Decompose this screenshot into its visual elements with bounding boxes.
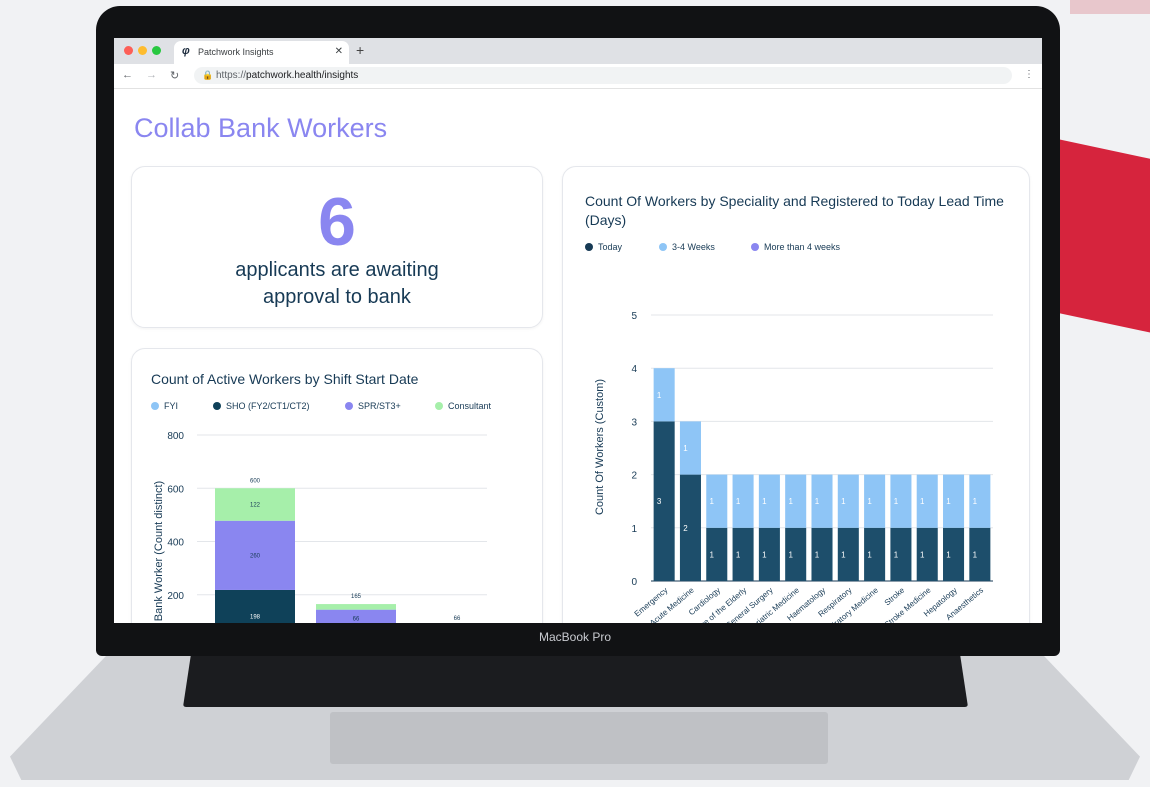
window-maximize-button[interactable] (152, 46, 161, 55)
bar-segment-label: 1 (867, 550, 872, 559)
y-tick-label: 4 (631, 364, 637, 375)
window-minimize-button[interactable] (138, 46, 147, 55)
bar-segment-label: 1 (894, 550, 899, 559)
laptop-trackpad (330, 712, 828, 764)
bar-segment-label: 1 (973, 497, 978, 506)
x-tick-label: Stroke (883, 585, 907, 607)
laptop-screen: φ Patchwork Insights ✕ + ← → ↻ 🔒 https:/… (114, 38, 1042, 623)
bar-segment-label: 1 (841, 497, 846, 506)
bar-segment-label: 1 (920, 550, 925, 559)
bar-segment-label: 3 (657, 497, 662, 506)
y-tick-label: 800 (167, 431, 184, 442)
close-icon[interactable]: ✕ (335, 46, 343, 57)
laptop-keyboard (183, 655, 968, 707)
y-tick-label: 200 (167, 591, 184, 602)
legend-item-spr[interactable]: SPR/ST3+ (345, 401, 401, 411)
legend-item-consultant[interactable]: Consultant (435, 401, 491, 411)
kpi-value: 6 (318, 184, 356, 260)
arrow-left-icon[interactable]: ← (122, 69, 133, 81)
y-tick-label: 5 (631, 311, 637, 322)
reload-icon[interactable]: ↻ (170, 69, 179, 82)
browser-tab[interactable]: φ Patchwork Insights ✕ (174, 41, 349, 64)
kpi-card: 6 applicants are awaiting approval to ba… (131, 166, 543, 328)
bar-segment-label: 1 (788, 497, 793, 506)
tab-title: Patchwork Insights (198, 47, 274, 57)
bar-segment-label: 122 (250, 502, 261, 508)
device-label: MacBook Pro (538, 630, 612, 644)
bar-segment-label: 1 (815, 550, 820, 559)
bar-total-label: 600 (250, 478, 261, 484)
chart-title: Count of Active Workers by Shift Start D… (151, 371, 419, 387)
bar-segment-label: 1 (710, 497, 715, 506)
active-workers-chart: 0200400600800Bank Worker (Count distinct… (153, 431, 487, 623)
address-bar[interactable]: 🔒 https://patchwork.health/insights (194, 67, 1012, 84)
speciality-chart: 012345Count Of Workers (Custom) 31Emergen… (594, 311, 993, 623)
arrow-right-icon[interactable]: → (146, 69, 157, 81)
speciality-card: Count Of Workers by Speciality and Regis… (562, 166, 1030, 623)
decorative-ribbon-top (1070, 0, 1150, 14)
y-tick-label: 1 (631, 524, 637, 535)
bar-total-label: 66 (454, 616, 461, 622)
bar-segment-label: 1 (894, 497, 899, 506)
plus-icon[interactable]: + (356, 42, 364, 58)
browser-toolbar: ← → ↻ 🔒 https://patchwork.health/insight… (114, 64, 1042, 89)
bar-segment-label: 1 (841, 550, 846, 559)
bar-segment-label: 1 (946, 550, 951, 559)
y-axis-label: Count Of Workers (Custom) (594, 379, 606, 515)
y-tick-label: 3 (631, 417, 637, 428)
y-tick-label: 400 (167, 538, 184, 549)
patchwork-logo-icon: φ (182, 45, 190, 57)
legend-item-sho[interactable]: SHO (FY2/CT1/CT2) (213, 401, 310, 411)
bar-segment-label: 1 (920, 497, 925, 506)
bar-segment-label: 1 (710, 550, 715, 559)
bar-segment-label: 198 (250, 614, 261, 620)
bar-segment-label: 1 (762, 550, 767, 559)
bar-total-label: 165 (351, 594, 362, 600)
kpi-description: applicants are awaiting approval to bank (132, 257, 542, 311)
bar-segment-label: 1 (788, 550, 793, 559)
page-title: Collab Bank Workers (134, 113, 388, 143)
legend-item-3-4-weeks[interactable]: 3-4 Weeks (659, 242, 715, 252)
url-text: https://patchwork.health/insights (216, 70, 359, 81)
window-close-button[interactable] (124, 46, 133, 55)
bar-segment-label: 1 (683, 444, 688, 453)
legend-item-fyi[interactable]: FYI (151, 401, 178, 411)
legend-item-more-than-4-weeks[interactable]: More than 4 weeks (751, 242, 840, 252)
kpi-line-2: approval to bank (263, 286, 411, 308)
bar-segment-label: 1 (946, 497, 951, 506)
chart-title-speciality: Count Of Workers by Speciality and Regis… (585, 193, 1004, 228)
active-workers-card: Count of Active Workers by Shift Start D… (131, 348, 543, 623)
bar-segment-label: 1 (736, 550, 741, 559)
bar-segment-label: 2 (683, 524, 688, 533)
bar-segment-label: 260 (250, 553, 261, 559)
bar-segment-label: 1 (762, 497, 767, 506)
y-tick-label: 600 (167, 484, 184, 495)
bar-segment-label: 1 (657, 391, 662, 400)
y-tick-label: 2 (631, 471, 637, 482)
bar-segment (316, 604, 396, 610)
lock-icon: 🔒 (202, 70, 214, 80)
legend-item-today[interactable]: Today (585, 242, 622, 252)
y-axis-label: Bank Worker (Count distinct) (153, 481, 165, 621)
bar-segment-label: 1 (736, 497, 741, 506)
bar-segment-label: 1 (973, 550, 978, 559)
bar-segment-label: 1 (867, 497, 872, 506)
y-tick-label: 0 (631, 577, 637, 588)
browser-tab-bar: φ Patchwork Insights ✕ + (114, 38, 1042, 64)
bar-segment-label: 1 (815, 497, 820, 506)
kpi-line-1: applicants are awaiting (235, 259, 439, 281)
bar-segment-label: 66 (353, 616, 360, 622)
kebab-menu-icon[interactable]: ⋮ (1024, 69, 1034, 80)
